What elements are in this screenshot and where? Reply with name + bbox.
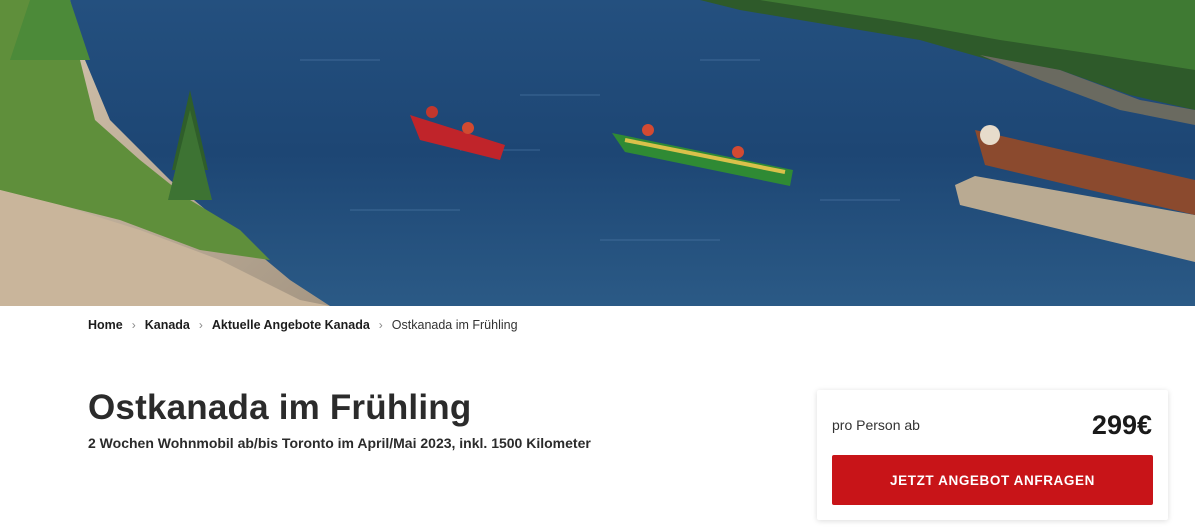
chevron-right-icon: › <box>198 318 203 332</box>
chevron-right-icon: › <box>131 318 136 332</box>
request-offer-button[interactable]: JETZT ANGEBOT ANFRAGEN <box>832 455 1153 505</box>
breadcrumb: Home › Kanada › Aktuelle Angebote Kanada… <box>88 318 518 332</box>
price-value: 299€ <box>1091 410 1152 440</box>
breadcrumb-angebote-link[interactable]: Aktuelle Angebote Kanada <box>212 318 370 332</box>
page-title: Ostkanada im Frühling <box>88 388 472 427</box>
breadcrumb-current-page: Ostkanada im Frühling <box>391 318 518 332</box>
hero-lake-canoes-illustration <box>0 0 1195 306</box>
chevron-right-icon: › <box>378 318 383 332</box>
price-label: pro Person ab <box>832 417 920 433</box>
hero-image <box>0 0 1195 306</box>
breadcrumb-kanada-link[interactable]: Kanada <box>145 318 190 332</box>
breadcrumb-home-link[interactable]: Home <box>88 318 123 332</box>
offer-subtitle: 2 Wochen Wohnmobil ab/bis Toronto im Apr… <box>88 435 591 451</box>
price-box: pro Person ab 299€ JETZT ANGEBOT ANFRAGE… <box>817 390 1168 520</box>
